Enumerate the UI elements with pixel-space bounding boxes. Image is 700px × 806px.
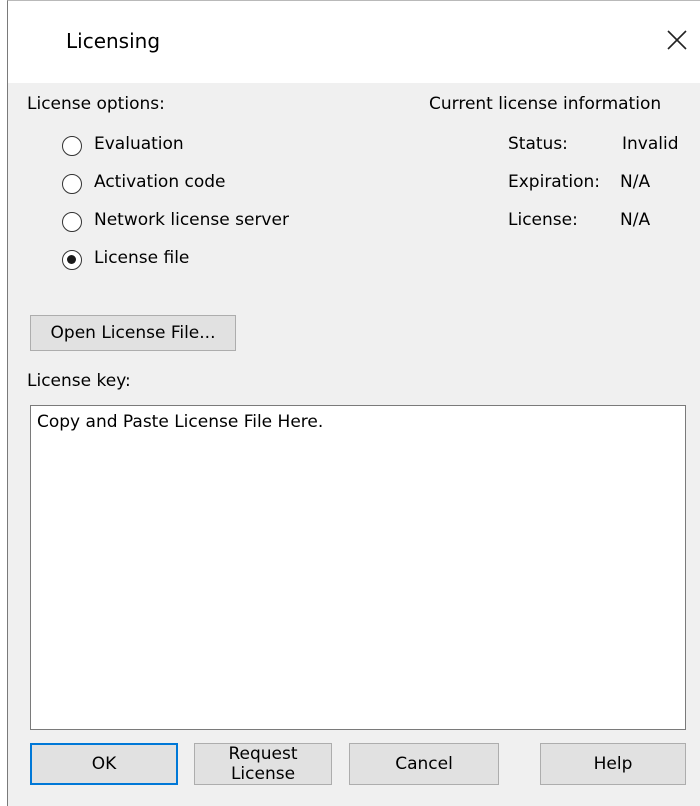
radio-label: Network license server xyxy=(94,210,289,230)
license-options-heading: License options: xyxy=(27,94,165,114)
close-button[interactable] xyxy=(660,23,694,57)
title-bar: Licensing xyxy=(8,1,700,83)
help-button[interactable]: Help xyxy=(540,743,686,785)
status-value: Invalid xyxy=(622,134,679,154)
license-key-label: License key: xyxy=(27,371,131,391)
expiration-label: Expiration: xyxy=(508,172,601,192)
radio-label: Evaluation xyxy=(94,134,184,154)
radio-label: License file xyxy=(94,248,190,268)
license-value: N/A xyxy=(620,210,651,230)
radio-label: Activation code xyxy=(94,172,226,192)
radio-circle-checked[interactable] xyxy=(62,250,82,270)
license-key-textarea[interactable]: Copy and Paste License File Here. xyxy=(30,405,686,730)
window-title: Licensing xyxy=(66,29,161,53)
licensing-dialog: Licensing License options: Evaluation Ac… xyxy=(7,0,700,806)
request-license-button[interactable]: Request License xyxy=(194,743,332,785)
open-license-file-button[interactable]: Open License File... xyxy=(30,315,236,351)
license-label: License: xyxy=(508,210,578,230)
radio-circle[interactable] xyxy=(62,136,82,156)
expiration-value: N/A xyxy=(620,172,651,192)
ok-button[interactable]: OK xyxy=(30,743,178,785)
cancel-button[interactable]: Cancel xyxy=(349,743,499,785)
radio-circle[interactable] xyxy=(62,174,82,194)
current-license-heading: Current license information xyxy=(429,94,662,114)
radio-circle[interactable] xyxy=(62,212,82,232)
status-label: Status: xyxy=(508,134,568,154)
close-icon xyxy=(667,30,687,50)
